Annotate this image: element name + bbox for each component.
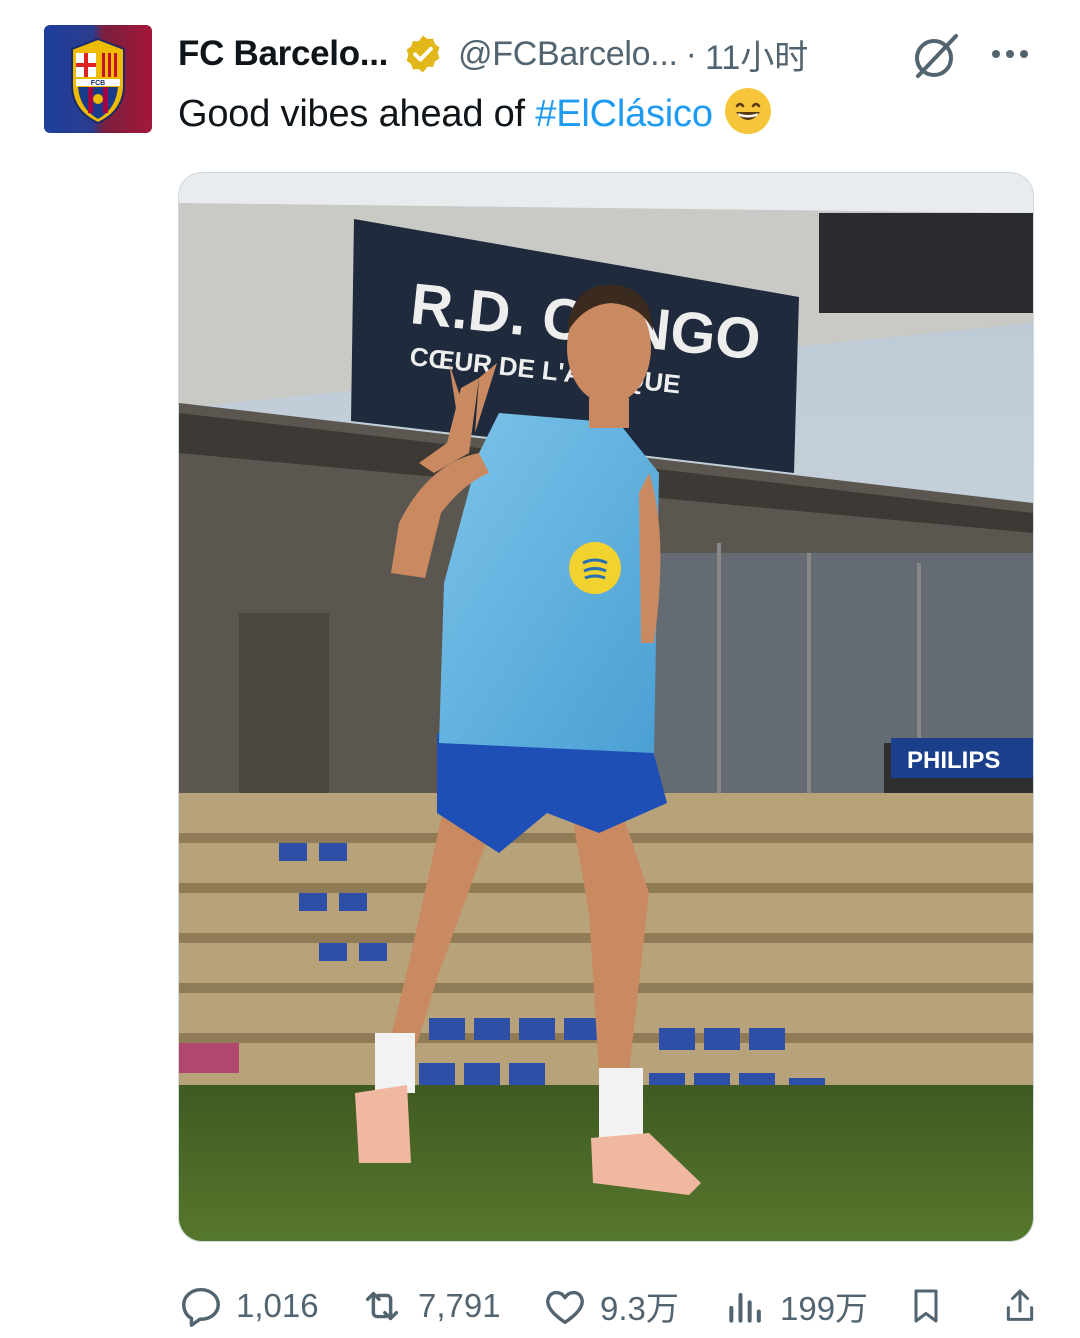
timestamp[interactable]: 11小时 (705, 30, 808, 79)
more-icon[interactable] (986, 36, 1034, 72)
bookmark-button[interactable] (906, 1278, 958, 1334)
grinning-emoji-icon (724, 88, 771, 134)
separator-dot: · (685, 34, 697, 73)
hashtag-link[interactable]: #ElClásico (535, 93, 713, 135)
tweet-text: Good vibes ahead of #ElClásico (178, 88, 771, 136)
training-photo: R.D. CONGO CŒUR DE L'AFRIQUE PHILIPS (179, 173, 1033, 1241)
share-icon (1006, 1289, 1034, 1321)
fcb-crest-icon: FCB (71, 37, 125, 125)
action-bar: 1,016 7,791 9.3万 199万 (178, 1278, 1080, 1334)
reply-count: 1,016 (236, 1287, 319, 1324)
share-button[interactable] (1000, 1278, 1052, 1334)
svg-text:FCB: FCB (91, 80, 105, 87)
reply-icon (182, 1287, 220, 1327)
views-count: 199万 (780, 1290, 869, 1327)
repost-button[interactable]: 7,791 (358, 1278, 501, 1334)
views-button[interactable]: 199万 (724, 1278, 868, 1334)
like-button[interactable]: 9.3万 (542, 1278, 679, 1334)
repost-count: 7,791 (418, 1287, 501, 1324)
verified-badge-icon (406, 35, 440, 73)
author-handle[interactable]: @FCBarcelo... (458, 35, 678, 74)
like-count: 9.3万 (600, 1290, 679, 1327)
like-icon (546, 1290, 584, 1325)
side-sign-text: PHILIPS (907, 747, 1000, 774)
repost-icon (365, 1291, 399, 1321)
tweet-photo[interactable]: R.D. CONGO CŒUR DE L'AFRIQUE PHILIPS (178, 172, 1034, 1242)
avatar[interactable]: FCB (44, 25, 152, 133)
author-name[interactable]: FC Barcelo... (178, 34, 388, 74)
grok-icon[interactable] (910, 30, 962, 82)
bookmark-icon (914, 1289, 938, 1323)
reply-button[interactable]: 1,016 (178, 1278, 319, 1334)
tweet-body: Good vibes ahead of (178, 93, 536, 135)
views-icon (729, 1292, 761, 1323)
